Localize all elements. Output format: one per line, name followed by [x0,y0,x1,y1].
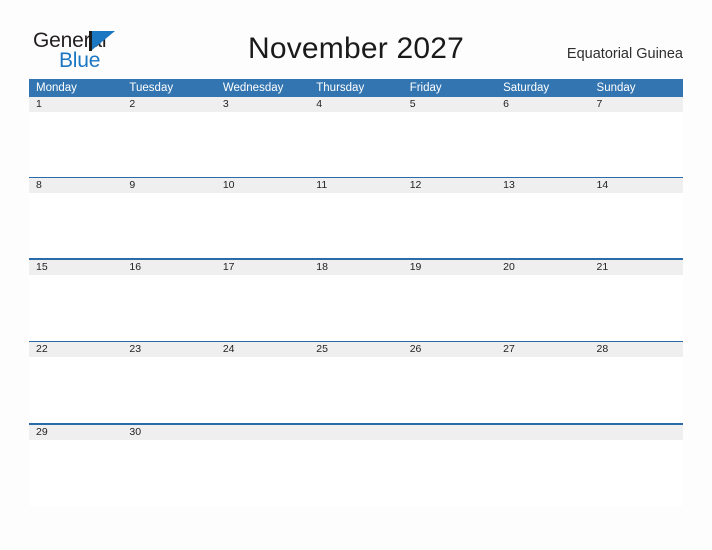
day-content-30[interactable] [122,440,215,506]
day-content-26[interactable] [403,357,496,423]
day-content-2[interactable] [122,112,215,177]
weekday-header-row: Monday Tuesday Wednesday Thursday Friday… [29,79,683,97]
day-content-6[interactable] [496,112,589,177]
date-cell-19[interactable]: 19 [403,260,496,275]
date-cell-2[interactable]: 2 [122,97,215,112]
week-date-band: 29 30 [29,424,683,440]
weekday-header-sunday: Sunday [596,82,636,94]
day-content-12[interactable] [403,193,496,258]
date-cell-5[interactable]: 5 [403,97,496,112]
weekday-header-wednesday: Wednesday [222,82,284,94]
day-content-21[interactable] [590,275,683,341]
date-cell-empty-5 [590,425,683,440]
day-content-8[interactable] [29,193,122,258]
date-cell-empty-4 [496,425,589,440]
weekday-header-tuesday: Tuesday [129,82,174,94]
day-content-empty-5 [590,440,683,506]
calendar-grid: Monday Tuesday Wednesday Thursday Friday… [29,79,683,506]
weekday-header-thursday: Thursday [316,82,365,94]
day-content-1[interactable] [29,112,122,177]
date-cell-18[interactable]: 18 [309,260,402,275]
date-cell-30[interactable]: 30 [122,425,215,440]
weekday-header-saturday: Saturday [503,82,550,94]
weekday-header-friday: Friday [409,82,442,94]
calendar-week-row: 8 9 10 11 12 13 14 [29,177,683,259]
day-content-13[interactable] [496,193,589,258]
date-cell-13[interactable]: 13 [496,178,589,193]
day-content-4[interactable] [309,112,402,177]
day-content-15[interactable] [29,275,122,341]
day-content-14[interactable] [590,193,683,258]
date-cell-21[interactable]: 21 [590,260,683,275]
date-cell-25[interactable]: 25 [309,342,402,357]
day-content-3[interactable] [216,112,309,177]
week-body-band [29,439,683,506]
date-cell-23[interactable]: 23 [122,342,215,357]
date-cell-10[interactable]: 10 [216,178,309,193]
day-content-25[interactable] [309,357,402,423]
day-content-empty-3 [403,440,496,506]
date-cell-16[interactable]: 16 [122,260,215,275]
day-content-19[interactable] [403,275,496,341]
date-cell-17[interactable]: 17 [216,260,309,275]
day-content-23[interactable] [122,357,215,423]
calendar-week-row: 15 16 17 18 19 20 21 [29,258,683,341]
day-content-20[interactable] [496,275,589,341]
date-cell-3[interactable]: 3 [216,97,309,112]
calendar-week-row: 29 30 [29,423,683,506]
calendar-week-row: 22 23 24 25 26 27 28 [29,340,683,424]
date-cell-empty-1 [216,425,309,440]
date-cell-6[interactable]: 6 [496,97,589,112]
date-cell-empty-2 [309,425,402,440]
week-date-band: 22 23 24 25 26 27 28 [29,342,683,358]
date-cell-1[interactable]: 1 [29,97,122,112]
date-cell-27[interactable]: 27 [496,342,589,357]
date-cell-22[interactable]: 22 [29,342,122,357]
calendar-page: General Blue November 2027 Equatorial Gu… [0,0,712,550]
day-content-10[interactable] [216,193,309,258]
date-cell-20[interactable]: 20 [496,260,589,275]
day-content-7[interactable] [590,112,683,177]
week-body-band [29,112,683,177]
date-cell-9[interactable]: 9 [122,178,215,193]
date-cell-15[interactable]: 15 [29,260,122,275]
day-content-empty-2 [309,440,402,506]
date-cell-4[interactable]: 4 [309,97,402,112]
day-content-16[interactable] [122,275,215,341]
week-body-band [29,193,683,259]
week-date-band: 15 16 17 18 19 20 21 [29,259,683,275]
week-body-band [29,357,683,424]
date-cell-11[interactable]: 11 [309,178,402,193]
weekday-header-monday: Monday [36,82,77,94]
calendar-week-row: 1 2 3 4 5 6 7 [29,97,683,177]
day-content-28[interactable] [590,357,683,423]
page-header: General Blue November 2027 Equatorial Gu… [0,0,712,78]
date-cell-26[interactable]: 26 [403,342,496,357]
day-content-5[interactable] [403,112,496,177]
day-content-29[interactable] [29,440,122,506]
day-content-27[interactable] [496,357,589,423]
week-date-band: 8 9 10 11 12 13 14 [29,178,683,194]
date-cell-empty-3 [403,425,496,440]
date-cell-14[interactable]: 14 [590,178,683,193]
date-cell-28[interactable]: 28 [590,342,683,357]
day-content-9[interactable] [122,193,215,258]
day-content-empty-1 [216,440,309,506]
date-cell-24[interactable]: 24 [216,342,309,357]
day-content-18[interactable] [309,275,402,341]
day-content-17[interactable] [216,275,309,341]
day-content-11[interactable] [309,193,402,258]
date-cell-8[interactable]: 8 [29,178,122,193]
day-content-empty-4 [496,440,589,506]
day-content-22[interactable] [29,357,122,423]
day-content-24[interactable] [216,357,309,423]
week-date-band: 1 2 3 4 5 6 7 [29,97,683,112]
date-cell-29[interactable]: 29 [29,425,122,440]
region-label: Equatorial Guinea [566,46,683,62]
date-cell-7[interactable]: 7 [590,97,683,112]
week-body-band [29,274,683,341]
date-cell-12[interactable]: 12 [403,178,496,193]
